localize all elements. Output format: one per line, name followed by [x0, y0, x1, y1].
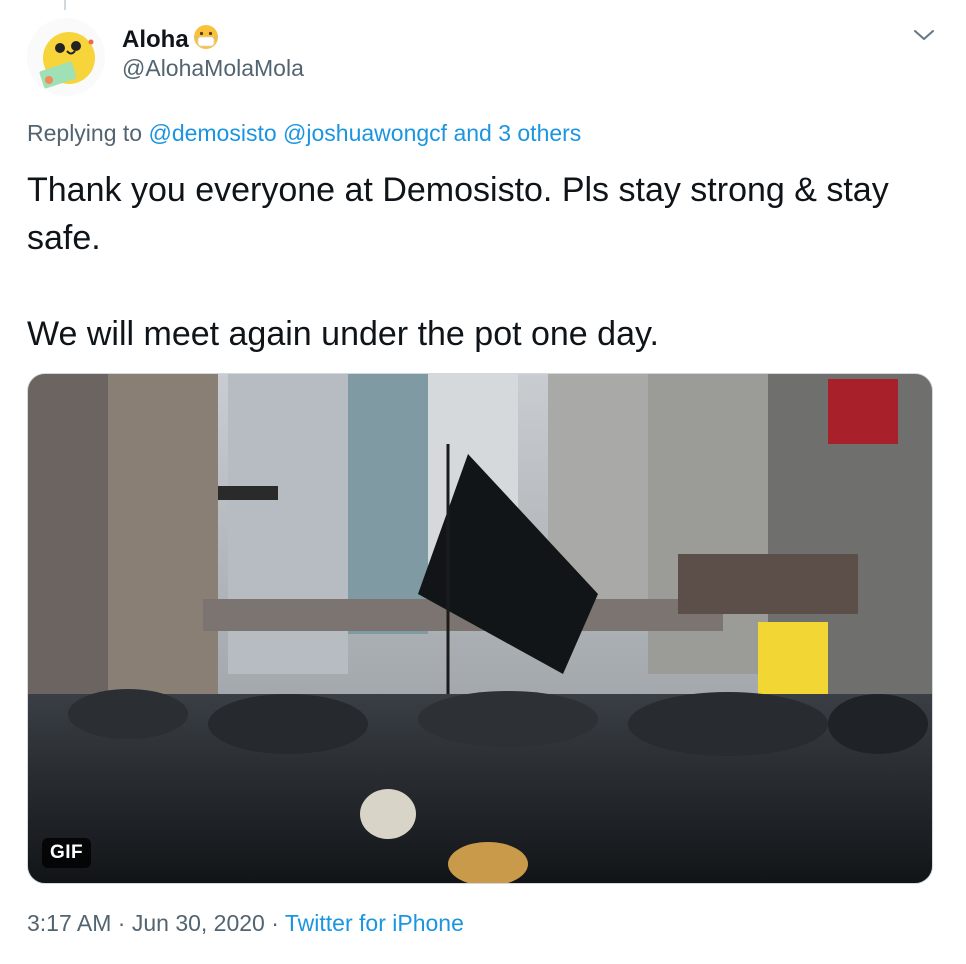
tweet: Aloha @AlohaMolaMola Replying to @demosi… [0, 0, 966, 964]
author-name-row[interactable]: Aloha [122, 24, 219, 55]
and-label[interactable]: and [453, 120, 491, 146]
thread-connector [64, 0, 66, 10]
media-gif[interactable]: GIF [27, 373, 933, 884]
chevron-down-icon[interactable] [912, 26, 936, 44]
tweet-time[interactable]: 3:17 AM [27, 910, 111, 936]
separator: · [117, 910, 126, 936]
tweet-source-link[interactable]: Twitter for iPhone [285, 910, 464, 936]
tweet-date[interactable]: Jun 30, 2020 [132, 910, 265, 936]
tweet-text: Thank you everyone at Demosisto. Pls sta… [27, 166, 927, 358]
mention-link[interactable]: @demosisto [148, 120, 276, 146]
separator: · [271, 910, 279, 936]
display-name[interactable]: Aloha [122, 26, 189, 54]
author-handle[interactable]: @AlohaMolaMola [122, 55, 304, 82]
tweet-paragraph: We will meet again under the pot one day… [27, 315, 659, 353]
protest-photo [28, 374, 932, 883]
mention-link[interactable]: @joshuawongcf [283, 120, 447, 146]
replying-to: Replying to @demosisto @joshuawongcf and… [27, 120, 581, 147]
tweet-paragraph: Thank you everyone at Demosisto. Pls sta… [27, 171, 889, 257]
tweet-meta: 3:17 AM · Jun 30, 2020 · Twitter for iPh… [27, 910, 464, 937]
avatar[interactable] [27, 18, 105, 96]
others-link[interactable]: 3 others [498, 120, 581, 146]
gif-badge: GIF [42, 838, 92, 868]
replying-to-label: Replying to [27, 120, 143, 146]
face-with-medical-mask-icon [193, 24, 219, 55]
